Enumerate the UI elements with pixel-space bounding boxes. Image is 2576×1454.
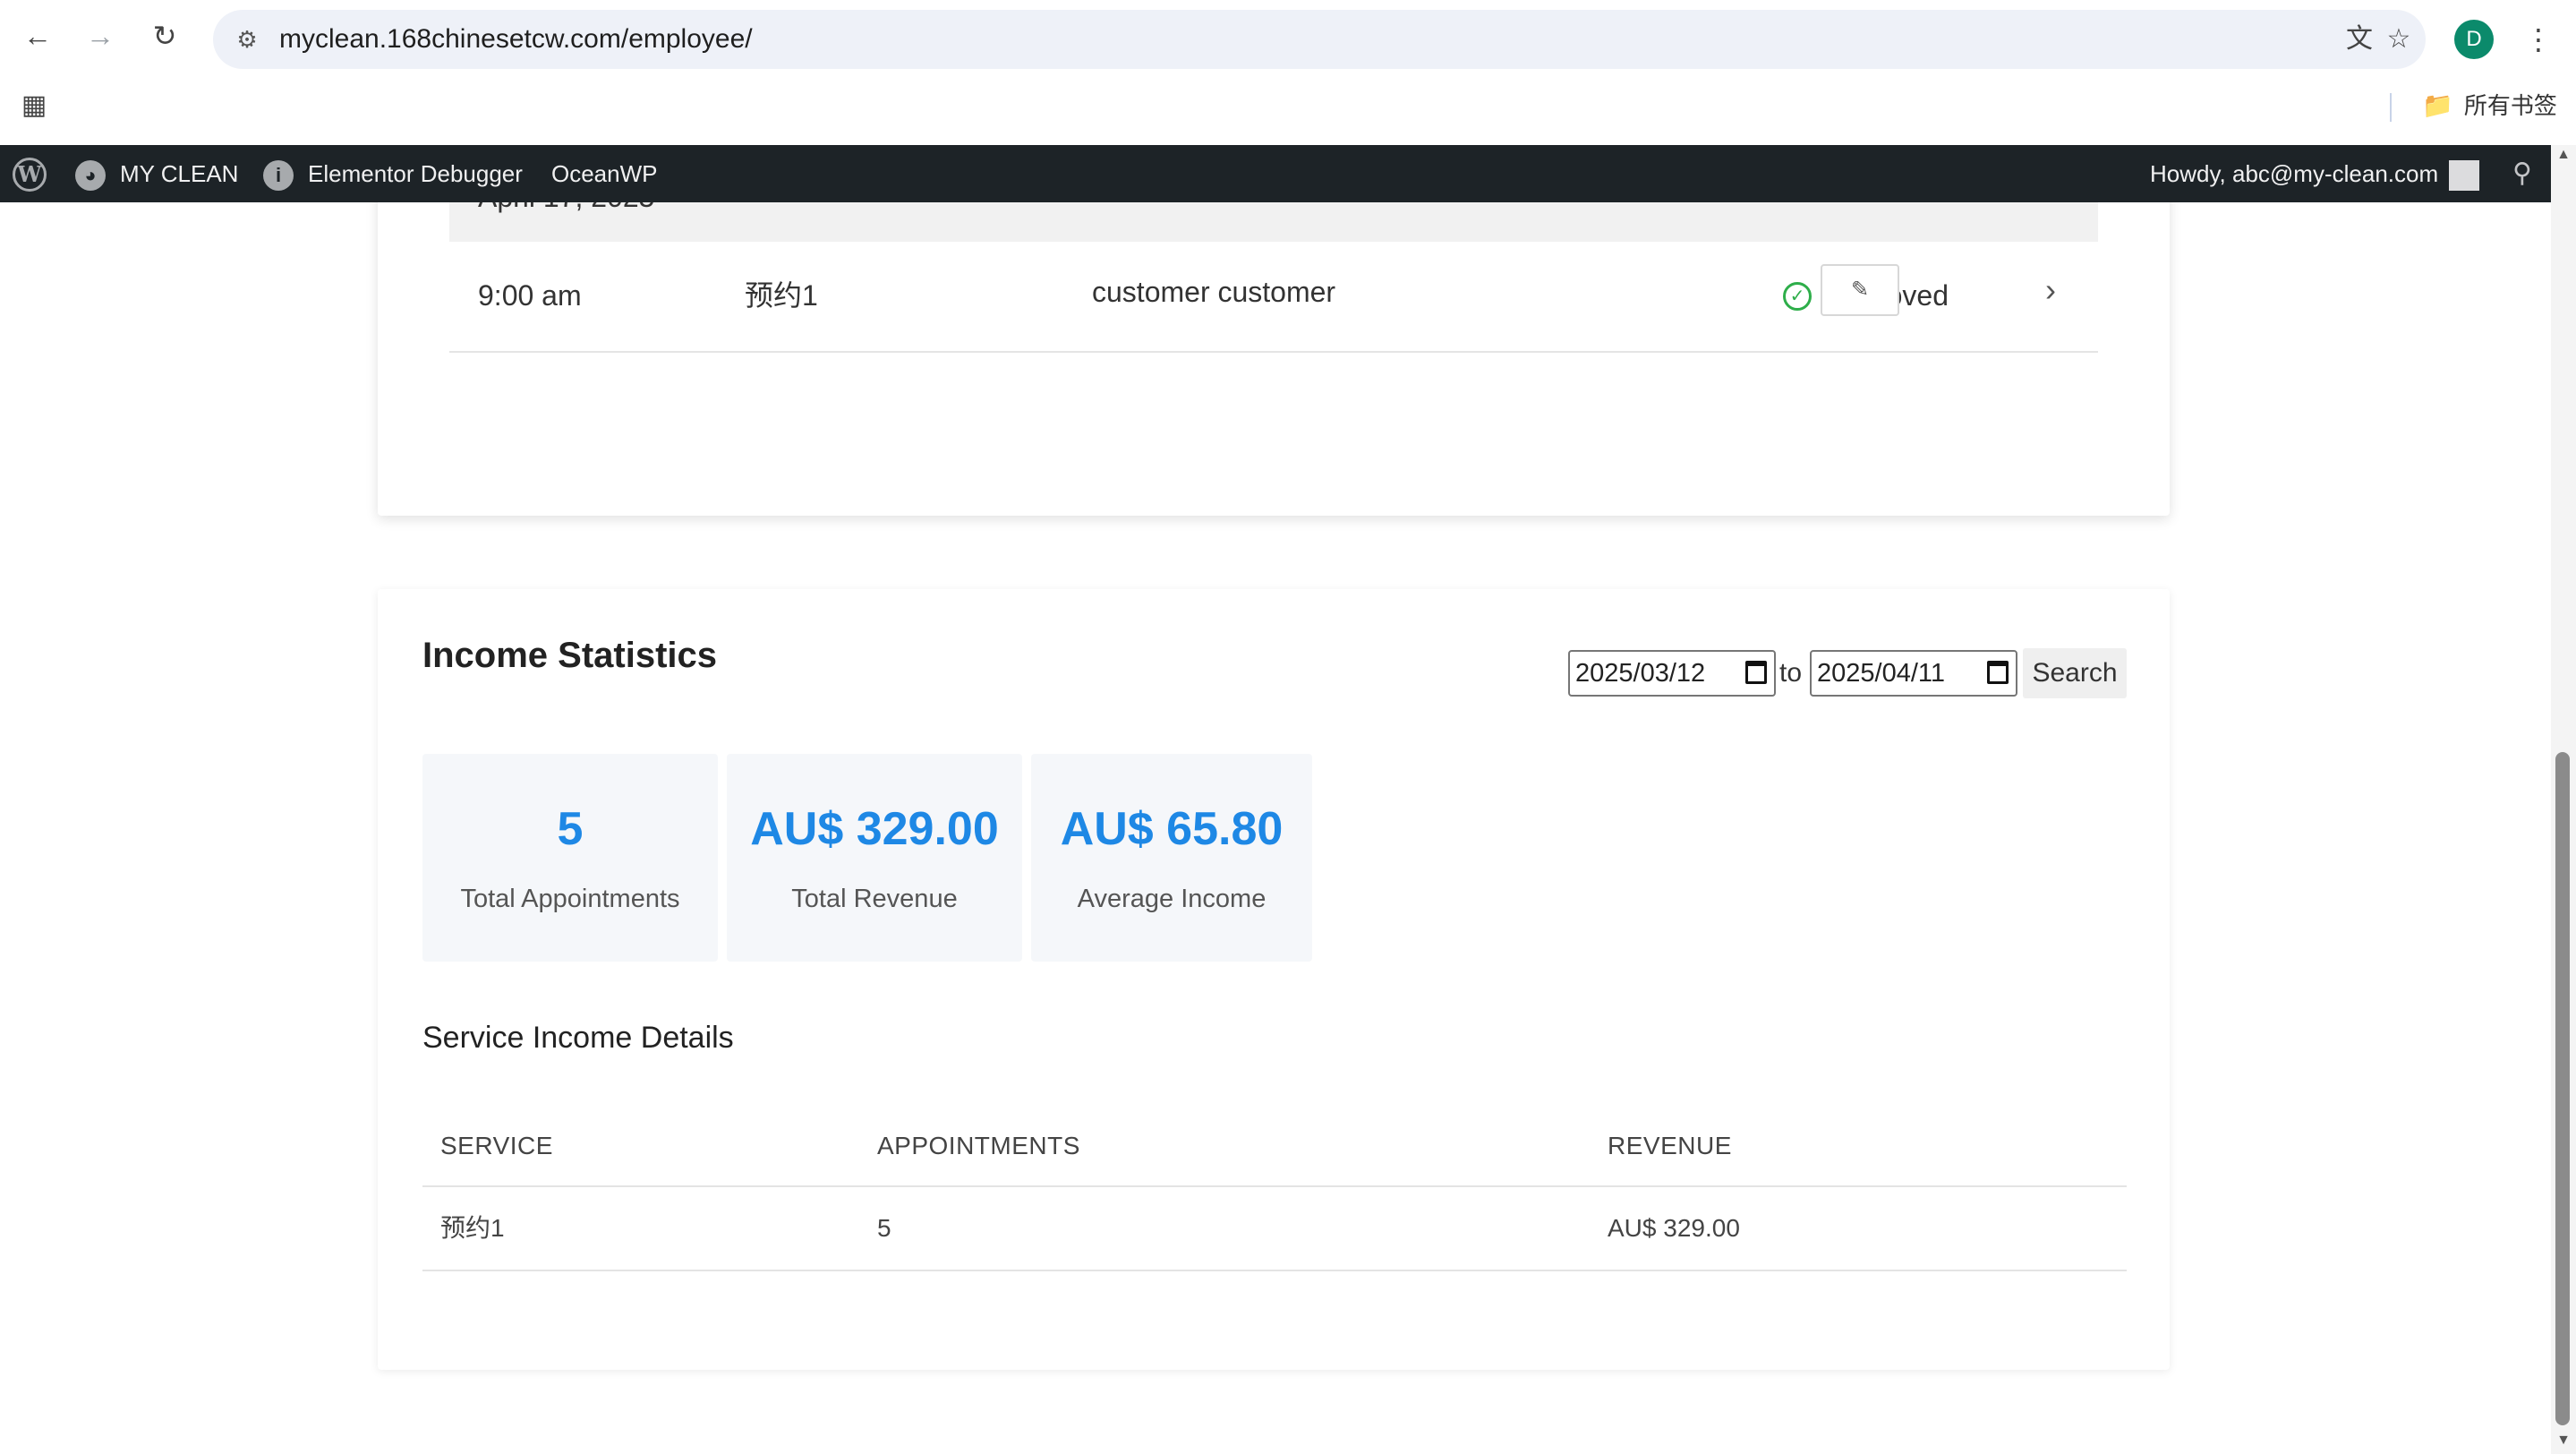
date-to-value: 2025/04/11 [1817,659,1945,688]
site-name-menu[interactable]: ◕ MY CLEAN [75,145,238,202]
back-icon[interactable]: ← [21,20,54,52]
apps-grid-icon[interactable]: ▦ [18,90,50,122]
service-income-details-title: Service Income Details [422,1021,734,1055]
calendar-icon[interactable] [1987,661,2009,684]
appointments-card: April 17, 2025 9:00 am 预约1 customer cust… [378,202,2170,516]
forward-icon[interactable]: → [84,20,116,52]
stat-value: AU$ 329.00 [750,803,999,855]
income-statistics-card: Income Statistics 2025/03/12 to 2025/04/… [378,589,2170,1370]
stat-value: 5 [557,803,584,855]
bookmarks-bar [0,79,2576,145]
table-header: SERVICE APPOINTMENTS REVENUE [422,1103,2127,1187]
check-circle-icon: ✓ [1783,281,1812,311]
cell-revenue: AU$ 329.00 [1608,1214,1740,1242]
stat-total-revenue: AU$ 329.00 Total Revenue [727,754,1022,962]
folder-icon: 📁 [2422,91,2453,119]
date-from-input[interactable]: 2025/03/12 [1568,650,1776,697]
search-button[interactable]: Search [2023,648,2127,698]
stat-label: Total Revenue [791,885,958,913]
table-row: 预约1 5 AU$ 329.00 [422,1187,2127,1271]
elementor-debugger-label: Elementor Debugger [308,160,523,187]
howdy-account-menu[interactable]: Howdy, abc@my-clean.com [2150,145,2480,202]
reload-icon[interactable]: ↻ [149,20,181,52]
cell-service: 预约1 [440,1214,505,1242]
column-header-appointments: APPOINTMENTS [877,1132,1080,1159]
more-menu-icon[interactable]: ⋮ [2522,20,2555,59]
user-avatar [2449,160,2480,192]
site-info-icon[interactable]: ⚙ [231,23,263,56]
scroll-up-arrow-icon[interactable]: ▲ [2555,147,2572,163]
stat-average-income: AU$ 65.80 Average Income [1031,754,1312,962]
pencil-icon: ✎ [1850,278,1870,302]
date-heading: April 17, 2025 [478,202,654,217]
stat-total-appointments: 5 Total Appointments [422,754,718,962]
date-group-header [449,202,2098,242]
search-icon[interactable]: ⚲ [2506,158,2538,190]
elementor-debugger-menu[interactable]: i Elementor Debugger [263,145,523,202]
column-header-service: SERVICE [440,1132,553,1159]
wordpress-logo-icon[interactable]: W [13,158,47,192]
all-bookmarks-label: 所有书签 [2463,92,2557,119]
site-name-label: MY CLEAN [120,160,239,187]
stat-label: Total Appointments [460,885,680,913]
bookmark-star-icon[interactable]: ☆ [2383,23,2415,56]
scrollbar-thumb[interactable] [2555,752,2570,1425]
stat-label: Average Income [1077,885,1267,913]
stat-value: AU$ 65.80 [1060,803,1284,855]
cell-appointments: 5 [877,1214,891,1242]
translate-icon[interactable]: 文 [2343,23,2376,56]
chevron-right-icon[interactable]: › [2037,272,2064,308]
profile-avatar[interactable]: D [2454,20,2494,59]
to-label: to [1779,658,1803,688]
appointment-customer: customer customer [1092,276,1336,308]
appointment-time: 9:00 am [478,279,582,312]
oceanwp-menu[interactable]: OceanWP [551,145,658,202]
browser-toolbar: ← → ↻ ⚙ myclean.168chinesetcw.com/employ… [0,0,2576,79]
dashboard-icon: ◕ [75,160,106,192]
all-bookmarks-button[interactable]: 📁 所有书签 [2422,90,2557,122]
date-to-input[interactable]: 2025/04/11 [1810,650,2017,697]
income-statistics-title: Income Statistics [422,636,718,675]
howdy-label: Howdy, abc@my-clean.com [2150,160,2439,187]
wp-admin-bar: W ◕ MY CLEAN i Elementor Debugger OceanWP … [0,145,2576,202]
address-bar[interactable]: ⚙ myclean.168chinesetcw.com/employee/ 文 … [213,10,2426,69]
appointment-service: 预约1 [745,279,818,312]
date-from-value: 2025/03/12 [1575,659,1706,688]
info-icon: i [263,160,294,192]
edit-appointment-button[interactable]: ✎ [1821,264,1899,316]
calendar-icon[interactable] [1745,661,1767,684]
scroll-down-arrow-icon[interactable]: ▼ [2555,1433,2572,1449]
url-text[interactable]: myclean.168chinesetcw.com/employee/ [279,23,753,56]
column-header-revenue: REVENUE [1608,1132,1732,1159]
page-viewport: April 17, 2025 9:00 am 预约1 customer cust… [0,202,2551,1454]
bookmarks-divider [2390,93,2392,122]
